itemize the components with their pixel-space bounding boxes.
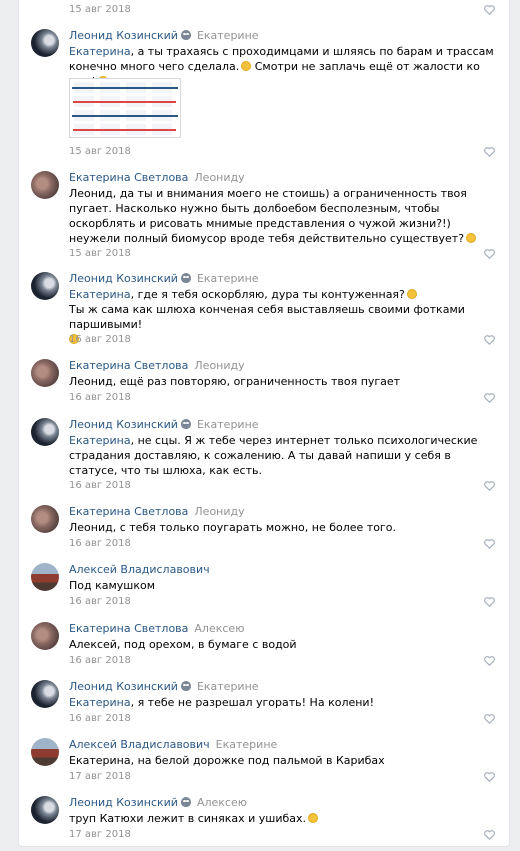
author-link[interactable]: Екатерина Светлова xyxy=(69,622,188,635)
avatar[interactable] xyxy=(31,680,59,708)
alien-emoji-icon xyxy=(180,419,191,429)
comments-card: 15 авг 2018 Леонид Козинский Екатерине Ек… xyxy=(18,0,510,847)
comment-date[interactable]: 17 авг 2018 xyxy=(69,829,131,841)
avatar[interactable] xyxy=(31,622,59,650)
heart-icon[interactable] xyxy=(484,5,495,15)
attached-image-thumbnail[interactable] xyxy=(69,78,181,138)
heart-icon[interactable] xyxy=(484,249,495,259)
author-link[interactable]: Леонид Козинский xyxy=(69,680,178,693)
comment-date[interactable]: 16 авг 2018 xyxy=(69,480,131,492)
heart-icon[interactable] xyxy=(484,597,495,607)
heart-icon[interactable] xyxy=(484,714,495,724)
alien-emoji-icon xyxy=(180,30,191,40)
avatar[interactable] xyxy=(31,29,59,57)
avatar[interactable] xyxy=(31,359,59,387)
comment-date[interactable]: 15 авг 2018 xyxy=(69,248,131,260)
comment-date[interactable]: 16 авг 2018 xyxy=(69,655,131,667)
comment-text: Леонид, да ты и внимания моего не стоишь… xyxy=(69,186,501,246)
comment-text: Екатерина, где я тебя оскорбляю, дура ты… xyxy=(69,287,501,347)
reply-to-link[interactable]: Екатерине xyxy=(197,29,259,42)
author-link[interactable]: Леонид Козинский xyxy=(69,29,178,42)
reply-to-link[interactable]: Леониду xyxy=(194,171,244,184)
comment-text: Екатерина, не сцы. Я ж тебе через интерн… xyxy=(69,434,478,477)
reply-to-link[interactable]: Леониду xyxy=(194,505,244,518)
comment-date[interactable]: 16 авг 2018 xyxy=(69,538,131,550)
heart-icon[interactable] xyxy=(484,539,495,549)
comment-date[interactable]: 16 авг 2018 xyxy=(69,392,131,404)
alien-emoji-icon xyxy=(180,273,191,283)
reply-to-link[interactable]: Екатерине xyxy=(197,272,259,285)
alien-emoji-icon xyxy=(180,681,191,691)
heart-icon[interactable] xyxy=(484,481,495,491)
mention-link[interactable]: Екатерина xyxy=(69,434,131,447)
author-link[interactable]: Алексей Владиславович xyxy=(69,563,210,576)
comment-date[interactable]: 16 авг 2018 xyxy=(69,596,131,608)
author-link[interactable]: Екатерина Светлова xyxy=(69,359,188,372)
avatar[interactable] xyxy=(31,738,59,766)
avatar[interactable] xyxy=(31,505,59,533)
avatar[interactable] xyxy=(31,272,59,300)
comment-date[interactable]: 15 авг 2018 xyxy=(69,4,131,16)
comment-text: Под камушком xyxy=(69,579,156,592)
heart-icon[interactable] xyxy=(484,393,495,403)
author-link[interactable]: Леонид Козинский xyxy=(69,272,178,285)
heart-icon[interactable] xyxy=(484,772,495,782)
reply-to-link[interactable]: Екатерине xyxy=(216,738,278,751)
reply-to-link[interactable]: Алексею xyxy=(197,796,247,809)
author-link[interactable]: Леонид Козинский xyxy=(69,418,178,431)
alien-emoji-icon xyxy=(180,797,191,807)
smile-emoji-icon xyxy=(406,289,417,299)
comment-text: Леонид, ещё раз повторяю, ограниченность… xyxy=(69,375,401,388)
author-link[interactable]: Екатерина Светлова xyxy=(69,171,188,184)
comment-date[interactable]: 16 авг 2018 xyxy=(69,713,131,725)
heart-icon[interactable] xyxy=(484,830,495,840)
avatar[interactable] xyxy=(31,563,59,591)
comment-text: Леонид, с тебя только поугарать можно, н… xyxy=(69,521,396,534)
comment-text: Екатерина, на белой дорожке под пальмой … xyxy=(69,754,385,767)
avatar[interactable] xyxy=(31,418,59,446)
smile-emoji-icon xyxy=(241,61,252,71)
mention-link[interactable]: Екатерина xyxy=(69,288,131,301)
avatar[interactable] xyxy=(31,171,59,199)
comment-date[interactable]: 15 авг 2018 xyxy=(69,146,131,158)
smile-emoji-icon xyxy=(308,813,318,823)
author-link[interactable]: Леонид Козинский xyxy=(69,796,178,809)
avatar[interactable] xyxy=(31,796,59,824)
author-link[interactable]: Екатерина Светлова xyxy=(69,505,188,518)
reply-to-link[interactable]: Екатерине xyxy=(197,680,259,693)
heart-icon[interactable] xyxy=(484,335,495,345)
mention-link[interactable]: Екатерина xyxy=(69,45,131,58)
heart-icon[interactable] xyxy=(484,147,495,157)
comment-text: Алексей, под орехом, в бумаге с водой xyxy=(69,638,297,651)
smile-emoji-icon xyxy=(466,233,477,243)
reply-to-link[interactable]: Алексею xyxy=(194,622,244,635)
heart-icon[interactable] xyxy=(484,656,495,666)
reply-to-link[interactable]: Екатерине xyxy=(197,418,259,431)
mention-link[interactable]: Екатерина xyxy=(69,696,131,709)
comment-text: Екатерина, я тебе не разрешал угорать! Н… xyxy=(69,696,374,709)
comment-date[interactable]: 16 авг 2018 xyxy=(69,334,131,346)
author-link[interactable]: Алексей Владиславович xyxy=(69,738,210,751)
reply-to-link[interactable]: Леониду xyxy=(194,359,244,372)
comment-date[interactable]: 17 авг 2018 xyxy=(69,771,131,783)
comment-text: труп Катюхи лежит в синяках и ушибах. xyxy=(69,811,501,826)
